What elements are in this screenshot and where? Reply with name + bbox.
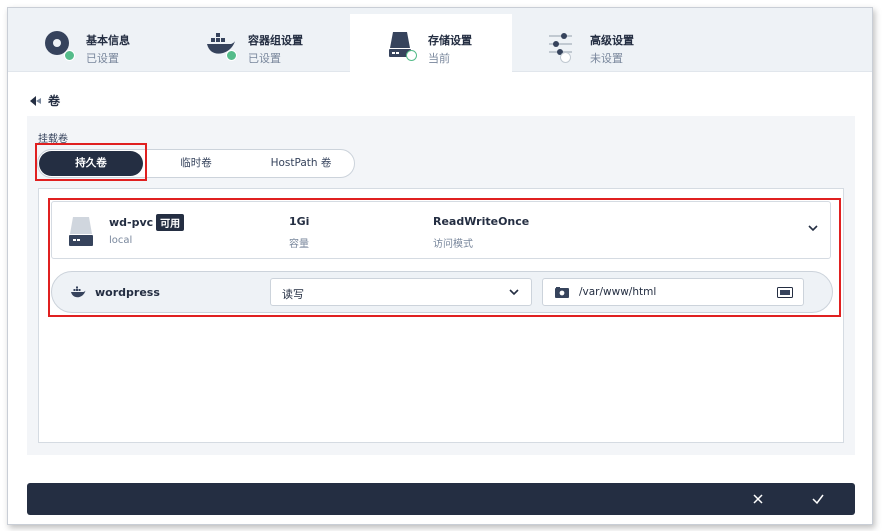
docker-icon xyxy=(71,286,86,298)
container-mount-row: wordpress 读写 xyxy=(51,271,833,313)
tab-hostpath-volume[interactable]: HostPath 卷 xyxy=(248,150,354,177)
modal-frame: 基本信息 已设置 容器组设置 已设置 存储设置 当前 高级设置 未设置 卷 挂载… xyxy=(7,7,873,525)
status-dot xyxy=(226,50,237,61)
pvc-access-mode: ReadWriteOnce xyxy=(433,215,530,228)
mount-path-input[interactable] xyxy=(579,284,769,300)
status-dot xyxy=(406,50,417,61)
tab-temporary-volume[interactable]: 临时卷 xyxy=(144,150,248,177)
step-container-group[interactable]: 容器组设置 已设置 xyxy=(170,14,332,72)
status-dot xyxy=(64,50,75,61)
mount-path-field xyxy=(542,278,804,306)
chevron-down-icon[interactable] xyxy=(808,224,818,232)
mount-mode-value: 读写 xyxy=(282,288,304,301)
step-title: 基本信息 xyxy=(86,34,130,47)
pvc-storage-class: local xyxy=(109,235,133,246)
step-title: 高级设置 xyxy=(590,34,634,47)
pvc-card[interactable]: wd-pvc 可用 local 1Gi 容量 ReadWriteOnce 访问模… xyxy=(51,201,831,259)
storage-disk-icon xyxy=(69,217,93,246)
mount-volume-label: 挂载卷 xyxy=(38,134,68,145)
wizard-steps: 基本信息 已设置 容器组设置 已设置 存储设置 当前 高级设置 未设置 xyxy=(8,8,872,72)
back-link[interactable]: 卷 xyxy=(30,92,60,109)
container-name: wordpress xyxy=(95,286,160,299)
step-advanced[interactable]: 高级设置 未设置 xyxy=(512,14,674,72)
step-title: 容器组设置 xyxy=(248,34,303,47)
step-basic-info[interactable]: 基本信息 已设置 xyxy=(8,14,170,72)
volume-type-switch: 持久卷 临时卷 HostPath 卷 xyxy=(37,149,355,178)
check-icon[interactable] xyxy=(809,490,827,508)
keyboard-icon[interactable] xyxy=(777,287,793,298)
volume-panel: 挂载卷 持久卷 临时卷 HostPath 卷 wd-pvc 可用 local 1… xyxy=(27,116,855,455)
tab-persistent-volume[interactable]: 持久卷 xyxy=(39,151,143,176)
close-icon[interactable] xyxy=(749,490,767,508)
page-title: 卷 xyxy=(48,94,61,108)
pvc-capacity: 1Gi xyxy=(289,215,310,228)
volume-list: wd-pvc 可用 local 1Gi 容量 ReadWriteOnce 访问模… xyxy=(38,188,844,443)
status-badge: 可用 xyxy=(156,214,185,231)
pvc-name-row: wd-pvc 可用 xyxy=(109,214,185,231)
step-status: 未设置 xyxy=(590,52,623,65)
step-status: 当前 xyxy=(428,52,450,65)
step-title: 存储设置 xyxy=(428,34,472,47)
pvc-capacity-label: 容量 xyxy=(289,239,309,250)
pvc-name: wd-pvc xyxy=(109,216,154,229)
mount-mode-select[interactable]: 读写 xyxy=(270,278,532,306)
mount-path-icon xyxy=(555,287,569,298)
status-dot xyxy=(560,52,571,63)
pvc-access-mode-label: 访问模式 xyxy=(433,239,473,250)
footer-bar xyxy=(27,483,855,515)
step-status: 已设置 xyxy=(248,52,281,65)
chevron-down-icon xyxy=(509,289,519,296)
step-storage[interactable]: 存储设置 当前 xyxy=(350,14,512,72)
step-status: 已设置 xyxy=(86,52,119,65)
back-arrow-icon xyxy=(30,95,41,106)
